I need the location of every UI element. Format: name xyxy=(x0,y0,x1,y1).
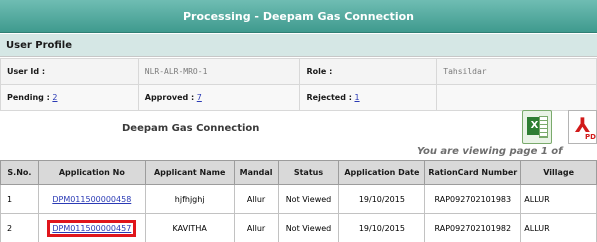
applications-table: S.No. Application No Applicant Name Mand… xyxy=(0,160,597,242)
cell-status: Not Viewed xyxy=(277,184,340,214)
col-header-application-no[interactable]: Application No xyxy=(37,160,146,185)
table-row: 1 DPM011500000458 hjfhjghj Allur Not Vie… xyxy=(0,184,597,214)
col-header-village[interactable]: Village xyxy=(520,160,597,185)
paging-info: You are viewing page 1 of xyxy=(417,146,563,157)
rejected-cell: Rejected : 1 xyxy=(299,84,438,111)
application-link[interactable]: DPM011500000458 xyxy=(52,195,131,204)
table-caption: Deepam Gas Connection xyxy=(122,123,260,134)
excel-icon[interactable]: X xyxy=(522,110,552,144)
user-id-label: User Id : xyxy=(0,58,139,85)
col-header-application-date[interactable]: Application Date xyxy=(338,160,426,185)
profile-row: User Id : NLR-ALR-MRO-1 Role : Tahsildar xyxy=(0,58,597,85)
cell-application-date: 19/10/2015 xyxy=(338,184,426,214)
cell-applicant-name: hjfhjghj xyxy=(144,184,235,214)
table-row: 2 DPM011500000457 KAVITHA Allur Not View… xyxy=(0,213,597,242)
approved-cell: Approved : 7 xyxy=(137,84,301,111)
rejected-count-link[interactable]: 1 xyxy=(355,93,360,102)
pending-count-link[interactable]: 2 xyxy=(52,93,57,102)
col-header-rationcard-number[interactable]: RationCard Number xyxy=(424,160,522,185)
cell-rationcard-number: RAP092702101982 xyxy=(424,213,522,242)
role-value: Tahsildar xyxy=(436,58,597,85)
cell-sno: 2 xyxy=(0,213,39,242)
table-header-row: S.No. Application No Applicant Name Mand… xyxy=(0,160,597,185)
col-header-mandal[interactable]: Mandal xyxy=(233,160,279,185)
user-id-value: NLR-ALR-MRO-1 xyxy=(137,58,301,85)
cell-rationcard-number: RAP092702101983 xyxy=(424,184,522,214)
col-header-sno[interactable]: S.No. xyxy=(0,160,39,185)
cell-mandal: Allur xyxy=(233,213,279,242)
section-title-user-profile: User Profile xyxy=(0,33,597,57)
empty-cell xyxy=(436,84,597,111)
application-link[interactable]: DPM011500000457 xyxy=(52,224,131,233)
highlight-box: DPM011500000457 xyxy=(47,219,137,237)
counts-row: Pending : 2 Approved : 7 Rejected : 1 xyxy=(0,84,597,111)
cell-application-no: DPM011500000457 xyxy=(37,213,146,242)
cell-village: ALLUR xyxy=(520,213,597,242)
cell-mandal: Allur xyxy=(233,184,279,214)
user-profile-table: User Id : NLR-ALR-MRO-1 Role : Tahsildar… xyxy=(0,58,597,111)
pdf-icon[interactable]: ⅄ PDF xyxy=(568,110,597,144)
role-label: Role : xyxy=(299,58,438,85)
excel-grid-glyph xyxy=(539,116,548,138)
pending-cell: Pending : 2 xyxy=(0,84,139,111)
approved-count-link[interactable]: 7 xyxy=(197,93,202,102)
pdf-text-glyph: PDF xyxy=(585,133,596,141)
page-title: Processing - Deepam Gas Connection xyxy=(0,0,597,33)
cell-village: ALLUR xyxy=(520,184,597,214)
cell-sno: 1 xyxy=(0,184,39,214)
col-header-applicant-name[interactable]: Applicant Name xyxy=(144,160,235,185)
cell-application-no: DPM011500000458 xyxy=(37,184,146,214)
cell-status: Not Viewed xyxy=(277,213,340,242)
cell-application-date: 19/10/2015 xyxy=(338,213,426,242)
cell-applicant-name: KAVITHA xyxy=(144,213,235,242)
col-header-status[interactable]: Status xyxy=(277,160,340,185)
